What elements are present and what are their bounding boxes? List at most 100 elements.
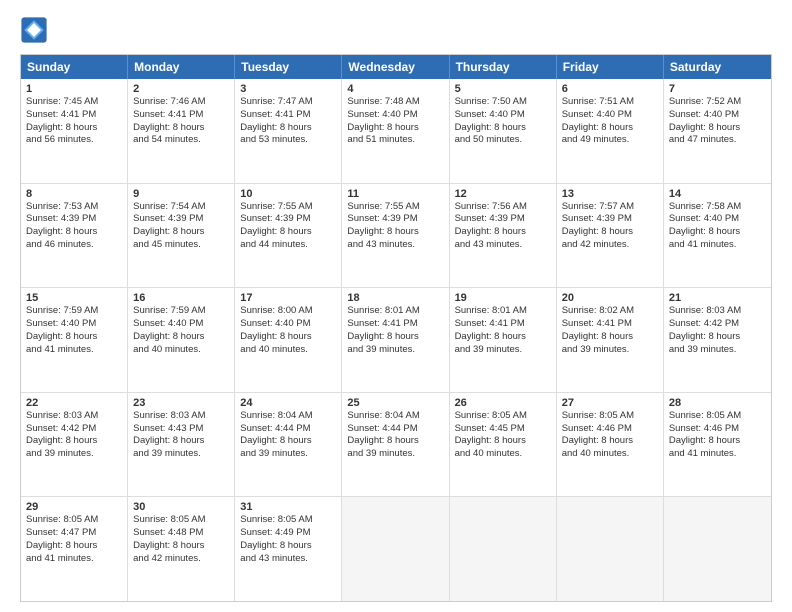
cell-info-line: Sunrise: 8:05 AM xyxy=(26,514,122,527)
cell-info-line: and 39 minutes. xyxy=(669,344,766,357)
cell-info-line: Sunset: 4:40 PM xyxy=(669,213,766,226)
day-number: 7 xyxy=(669,83,766,95)
cell-info-line: Daylight: 8 hours xyxy=(26,435,122,448)
day-cell-12: 12Sunrise: 7:56 AMSunset: 4:39 PMDayligh… xyxy=(450,184,557,288)
cell-info-line: Daylight: 8 hours xyxy=(669,122,766,135)
day-cell-25: 25Sunrise: 8:04 AMSunset: 4:44 PMDayligh… xyxy=(342,393,449,497)
cell-info-line: Daylight: 8 hours xyxy=(133,540,229,553)
cell-info-line: Sunrise: 8:00 AM xyxy=(240,305,336,318)
day-number: 21 xyxy=(669,292,766,304)
cell-info-line: Sunrise: 8:01 AM xyxy=(455,305,551,318)
day-cell-11: 11Sunrise: 7:55 AMSunset: 4:39 PMDayligh… xyxy=(342,184,449,288)
day-cell-23: 23Sunrise: 8:03 AMSunset: 4:43 PMDayligh… xyxy=(128,393,235,497)
cell-info-line: and 40 minutes. xyxy=(455,448,551,461)
day-number: 13 xyxy=(562,188,658,200)
day-cell-24: 24Sunrise: 8:04 AMSunset: 4:44 PMDayligh… xyxy=(235,393,342,497)
day-number: 25 xyxy=(347,397,443,409)
cell-info-line: Sunrise: 7:57 AM xyxy=(562,201,658,214)
cell-info-line: Sunrise: 7:45 AM xyxy=(26,96,122,109)
cell-info-line: Daylight: 8 hours xyxy=(562,122,658,135)
day-cell-17: 17Sunrise: 8:00 AMSunset: 4:40 PMDayligh… xyxy=(235,288,342,392)
header-day-sunday: Sunday xyxy=(21,55,128,79)
cell-info-line: Sunset: 4:46 PM xyxy=(669,423,766,436)
cell-info-line: and 47 minutes. xyxy=(669,134,766,147)
cell-info-line: Sunset: 4:48 PM xyxy=(133,527,229,540)
day-number: 31 xyxy=(240,501,336,513)
page: SundayMondayTuesdayWednesdayThursdayFrid… xyxy=(0,0,792,612)
cell-info-line: and 46 minutes. xyxy=(26,239,122,252)
day-cell-16: 16Sunrise: 7:59 AMSunset: 4:40 PMDayligh… xyxy=(128,288,235,392)
day-number: 12 xyxy=(455,188,551,200)
cell-info-line: Daylight: 8 hours xyxy=(133,331,229,344)
cell-info-line: Daylight: 8 hours xyxy=(26,540,122,553)
cell-info-line: Daylight: 8 hours xyxy=(26,226,122,239)
cell-info-line: Sunrise: 7:46 AM xyxy=(133,96,229,109)
cell-info-line: and 54 minutes. xyxy=(133,134,229,147)
cell-info-line: and 39 minutes. xyxy=(562,344,658,357)
cell-info-line: Daylight: 8 hours xyxy=(562,226,658,239)
day-number: 16 xyxy=(133,292,229,304)
cell-info-line: Sunset: 4:40 PM xyxy=(562,109,658,122)
cell-info-line: Sunset: 4:41 PM xyxy=(240,109,336,122)
day-number: 23 xyxy=(133,397,229,409)
day-cell-29: 29Sunrise: 8:05 AMSunset: 4:47 PMDayligh… xyxy=(21,497,128,601)
cell-info-line: Daylight: 8 hours xyxy=(240,226,336,239)
cell-info-line: Sunset: 4:41 PM xyxy=(133,109,229,122)
calendar-row-5: 29Sunrise: 8:05 AMSunset: 4:47 PMDayligh… xyxy=(21,497,771,601)
day-number: 14 xyxy=(669,188,766,200)
day-number: 5 xyxy=(455,83,551,95)
header xyxy=(20,16,772,44)
calendar-header: SundayMondayTuesdayWednesdayThursdayFrid… xyxy=(21,55,771,79)
day-number: 10 xyxy=(240,188,336,200)
day-cell-31: 31Sunrise: 8:05 AMSunset: 4:49 PMDayligh… xyxy=(235,497,342,601)
cell-info-line: Daylight: 8 hours xyxy=(347,435,443,448)
day-number: 9 xyxy=(133,188,229,200)
day-number: 15 xyxy=(26,292,122,304)
cell-info-line: and 39 minutes. xyxy=(347,448,443,461)
cell-info-line: and 42 minutes. xyxy=(133,553,229,566)
cell-info-line: Sunrise: 8:02 AM xyxy=(562,305,658,318)
day-number: 30 xyxy=(133,501,229,513)
empty-cell xyxy=(664,497,771,601)
day-number: 26 xyxy=(455,397,551,409)
logo xyxy=(20,16,52,44)
cell-info-line: Sunrise: 7:50 AM xyxy=(455,96,551,109)
cell-info-line: Daylight: 8 hours xyxy=(133,226,229,239)
cell-info-line: Daylight: 8 hours xyxy=(26,331,122,344)
day-cell-15: 15Sunrise: 7:59 AMSunset: 4:40 PMDayligh… xyxy=(21,288,128,392)
cell-info-line: Sunset: 4:40 PM xyxy=(133,318,229,331)
cell-info-line: Sunset: 4:49 PM xyxy=(240,527,336,540)
general-blue-icon xyxy=(20,16,48,44)
cell-info-line: Sunrise: 8:03 AM xyxy=(26,410,122,423)
cell-info-line: Daylight: 8 hours xyxy=(455,226,551,239)
cell-info-line: and 40 minutes. xyxy=(133,344,229,357)
cell-info-line: Daylight: 8 hours xyxy=(562,435,658,448)
day-number: 1 xyxy=(26,83,122,95)
cell-info-line: and 41 minutes. xyxy=(26,553,122,566)
cell-info-line: and 44 minutes. xyxy=(240,239,336,252)
cell-info-line: Sunrise: 8:05 AM xyxy=(562,410,658,423)
day-cell-8: 8Sunrise: 7:53 AMSunset: 4:39 PMDaylight… xyxy=(21,184,128,288)
cell-info-line: and 42 minutes. xyxy=(562,239,658,252)
cell-info-line: Daylight: 8 hours xyxy=(669,226,766,239)
cell-info-line: and 43 minutes. xyxy=(240,553,336,566)
day-cell-3: 3Sunrise: 7:47 AMSunset: 4:41 PMDaylight… xyxy=(235,79,342,183)
cell-info-line: Sunset: 4:40 PM xyxy=(669,109,766,122)
cell-info-line: and 56 minutes. xyxy=(26,134,122,147)
cell-info-line: Sunset: 4:39 PM xyxy=(562,213,658,226)
cell-info-line: and 40 minutes. xyxy=(562,448,658,461)
empty-cell xyxy=(342,497,449,601)
cell-info-line: Sunrise: 8:04 AM xyxy=(347,410,443,423)
day-number: 3 xyxy=(240,83,336,95)
cell-info-line: Daylight: 8 hours xyxy=(240,540,336,553)
cell-info-line: Sunrise: 7:56 AM xyxy=(455,201,551,214)
cell-info-line: Sunset: 4:41 PM xyxy=(26,109,122,122)
day-cell-7: 7Sunrise: 7:52 AMSunset: 4:40 PMDaylight… xyxy=(664,79,771,183)
calendar-row-3: 15Sunrise: 7:59 AMSunset: 4:40 PMDayligh… xyxy=(21,288,771,393)
cell-info-line: Sunrise: 7:59 AM xyxy=(26,305,122,318)
day-number: 19 xyxy=(455,292,551,304)
day-number: 20 xyxy=(562,292,658,304)
day-cell-19: 19Sunrise: 8:01 AMSunset: 4:41 PMDayligh… xyxy=(450,288,557,392)
cell-info-line: Daylight: 8 hours xyxy=(133,435,229,448)
cell-info-line: Daylight: 8 hours xyxy=(240,122,336,135)
